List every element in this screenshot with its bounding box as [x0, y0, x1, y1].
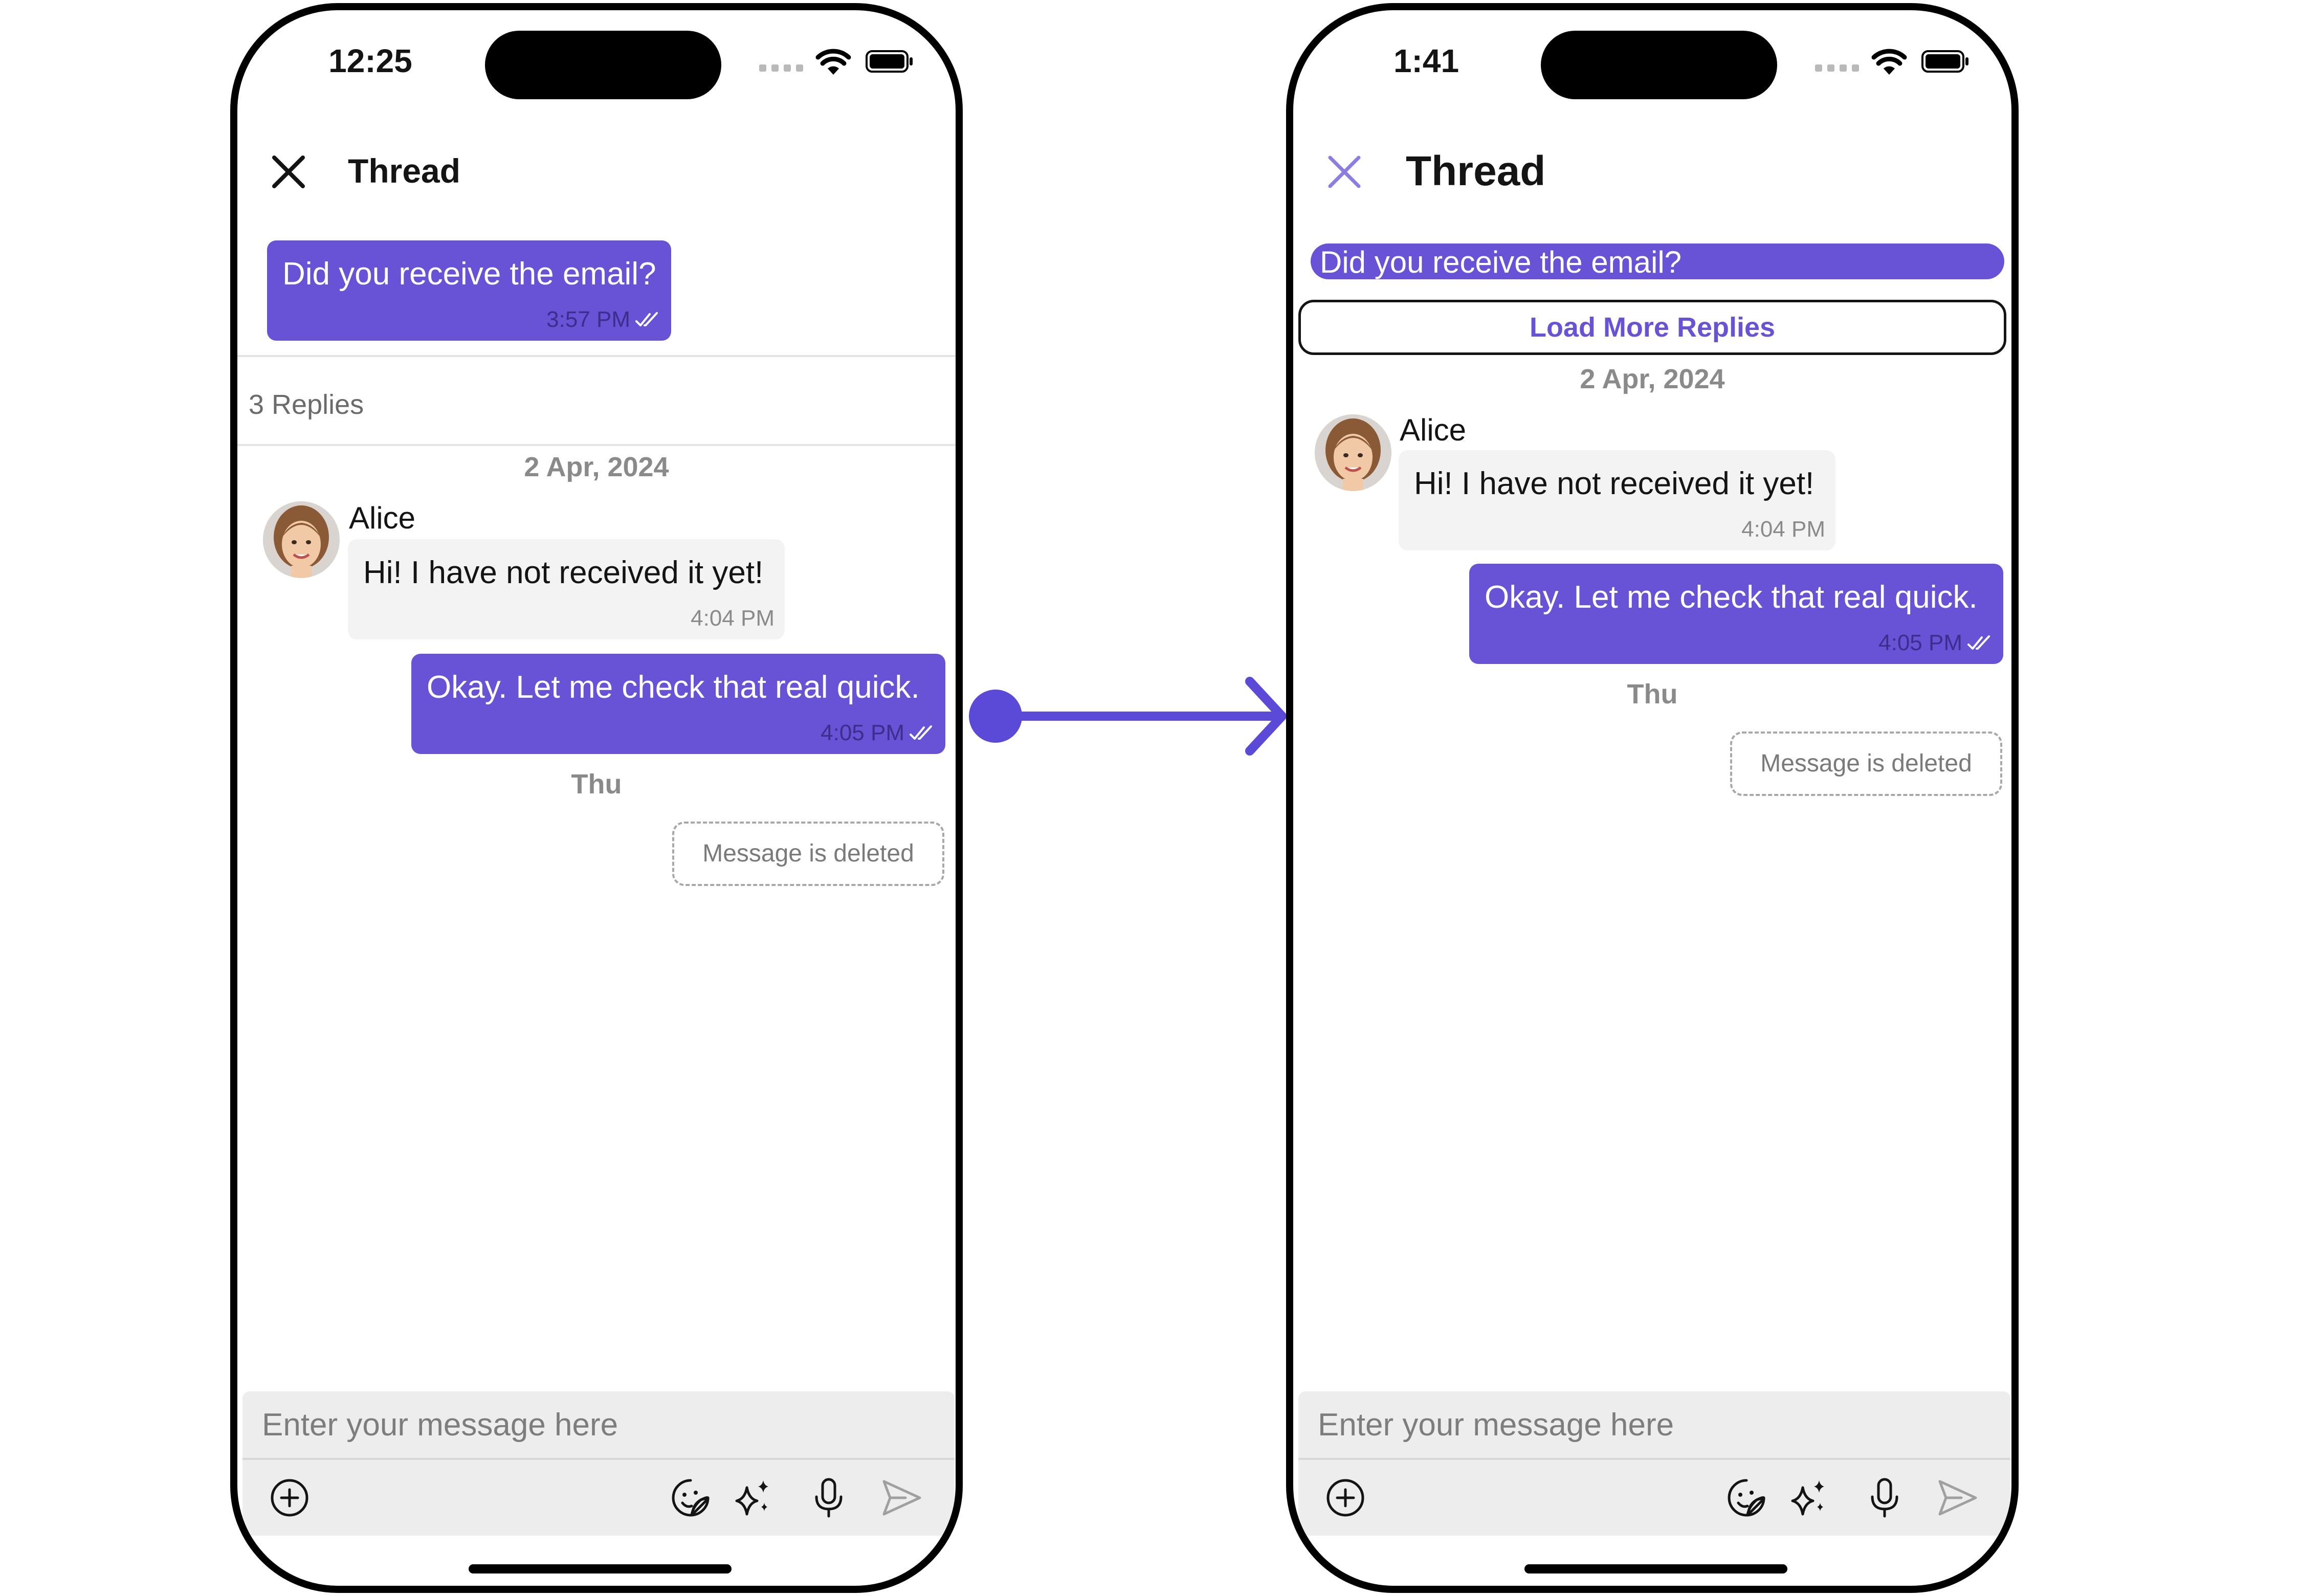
double-check-icon [635, 312, 658, 326]
plus-circle-icon[interactable] [1324, 1476, 1367, 1519]
incoming-message-time: 4:04 PM [691, 606, 775, 631]
parent-message-bubble[interactable]: Did you receive the email? 3:57 PM [267, 240, 671, 341]
dynamic-island [1541, 31, 1777, 99]
divider [242, 1458, 955, 1460]
outgoing-message-time: 4:05 PM [1878, 630, 1962, 655]
parent-message-bubble[interactable]: Did you receive the email? [1311, 243, 2004, 279]
incoming-message-bubble[interactable]: Hi! I have not received it yet! 4:04 PM [348, 539, 785, 639]
avatar[interactable] [1315, 414, 1391, 491]
phone-left: 12:25 Thread Did you receive the email? … [230, 3, 963, 1593]
plus-circle-icon[interactable] [268, 1476, 311, 1519]
status-time: 1:41 [1393, 42, 1459, 79]
message-input[interactable] [242, 1391, 955, 1458]
sender-name: Alice [1400, 413, 1467, 447]
divider [237, 444, 956, 446]
parent-message-text: Did you receive the email? [1320, 245, 1682, 279]
outgoing-message-text: Okay. Let me check that real quick. [1485, 580, 1978, 615]
microphone-icon[interactable] [807, 1476, 850, 1519]
deleted-message: Message is deleted [672, 822, 944, 886]
parent-message-text: Did you receive the email? [282, 256, 656, 292]
wifi-icon [1871, 49, 1907, 75]
cellular-dots-icon [759, 64, 803, 72]
double-check-icon [910, 725, 932, 740]
divider [237, 355, 956, 357]
close-icon[interactable] [1325, 152, 1364, 191]
date-separator: 2 Apr, 2024 [524, 452, 669, 482]
parent-message-meta: 3:57 PM [546, 307, 661, 332]
dynamic-island [485, 31, 721, 99]
reply-count: 3 Replies [249, 389, 364, 420]
parent-message-time: 3:57 PM [546, 307, 630, 332]
phone-right: 1:41 Thread Did you receive the email? L… [1286, 3, 2019, 1593]
incoming-message-bubble[interactable]: Hi! I have not received it yet! 4:04 PM [1399, 450, 1835, 550]
date-separator: 2 Apr, 2024 [1580, 364, 1725, 394]
outgoing-message-meta: 4:05 PM [1878, 630, 1993, 656]
transition-arrow [969, 677, 1287, 756]
divider [1298, 1458, 2010, 1460]
deleted-message: Message is deleted [1730, 731, 2002, 796]
date-separator: Thu [571, 769, 622, 800]
sticker-icon[interactable] [669, 1476, 712, 1519]
send-icon[interactable] [880, 1476, 923, 1519]
send-icon[interactable] [1936, 1476, 1979, 1519]
outgoing-message-bubble[interactable]: Okay. Let me check that real quick. 4:05… [1469, 564, 2003, 664]
incoming-message-text: Hi! I have not received it yet! [1414, 466, 1815, 501]
sparkles-icon[interactable] [732, 1476, 775, 1519]
outgoing-message-meta: 4:05 PM [821, 720, 935, 746]
sticker-icon[interactable] [1725, 1476, 1768, 1519]
incoming-message-time: 4:04 PM [1741, 517, 1825, 542]
avatar[interactable] [263, 501, 340, 578]
battery-icon [1921, 50, 1968, 73]
outgoing-message-bubble[interactable]: Okay. Let me check that real quick. 4:05… [411, 654, 945, 754]
header-title: Thread [1406, 148, 1546, 194]
home-indicator[interactable] [469, 1564, 732, 1573]
double-check-icon [1967, 635, 1990, 650]
outgoing-message-time: 4:05 PM [821, 720, 904, 745]
incoming-message-text: Hi! I have not received it yet! [363, 555, 764, 590]
message-input[interactable] [1298, 1391, 2010, 1458]
home-indicator[interactable] [1524, 1564, 1787, 1573]
sender-name: Alice [349, 501, 416, 535]
sparkles-icon[interactable] [1787, 1476, 1830, 1519]
cellular-dots-icon [1815, 64, 1859, 72]
message-composer [1298, 1391, 2010, 1536]
date-separator: Thu [1627, 679, 1678, 710]
message-composer [242, 1391, 955, 1536]
header-title: Thread [348, 152, 461, 190]
load-more-replies-button[interactable]: Load More Replies [1298, 300, 2006, 355]
outgoing-message-text: Okay. Let me check that real quick. [427, 670, 920, 705]
microphone-icon[interactable] [1863, 1476, 1906, 1519]
status-time: 12:25 [328, 42, 412, 79]
battery-icon [866, 50, 913, 73]
close-icon[interactable] [269, 152, 308, 191]
wifi-icon [815, 49, 851, 75]
